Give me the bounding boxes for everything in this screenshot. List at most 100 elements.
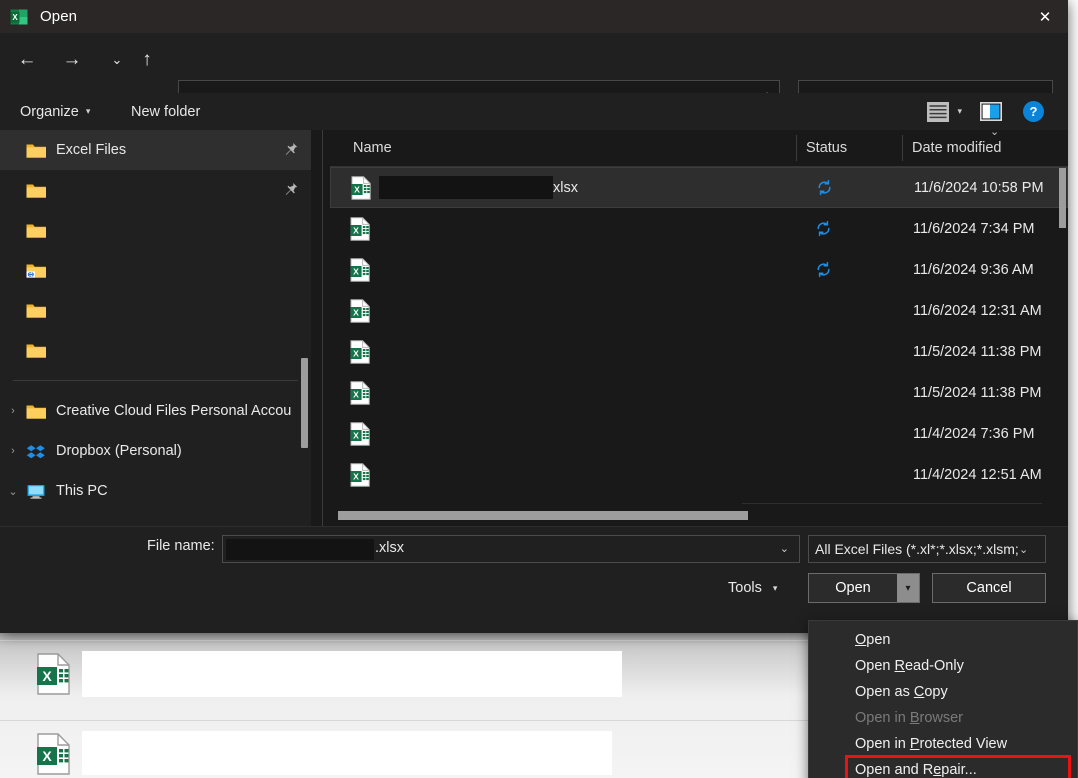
screen: X X X Open ✕ ← → ⌄ ↑ Organize ▾ New fold… <box>0 0 1078 778</box>
excel-file-icon: X <box>350 257 370 282</box>
new-folder-button[interactable]: New folder <box>131 93 200 130</box>
table-row[interactable]: X 11/6/2024 7:34 PM <box>330 208 1068 249</box>
tree-expander[interactable]: › <box>0 405 26 417</box>
excel-file-icon: X <box>36 653 70 695</box>
svg-text:X: X <box>353 225 359 235</box>
forward-icon[interactable]: → <box>55 43 89 77</box>
accelerator-key: B <box>909 710 920 726</box>
file-type-filter[interactable]: All Excel Files (*.xl*;*.xlsx;*.xlsm; ⌄ <box>808 535 1046 563</box>
pane-underline <box>742 503 1042 504</box>
svg-text:X: X <box>42 668 52 684</box>
svg-text:X: X <box>353 348 359 358</box>
sidebar-item-label: This PC <box>56 483 108 499</box>
open-button[interactable]: Open <box>809 574 897 602</box>
file-list-pane: Name Status Date modified ⌄ X xlsx 11/6/… <box>330 130 1068 526</box>
organize-button[interactable]: Organize ▾ <box>20 93 90 130</box>
sidebar-item-this-pc[interactable]: ⌄ This PC <box>0 471 311 511</box>
folder-icon <box>26 403 46 420</box>
chevron-down-icon[interactable]: ▾ <box>957 106 962 117</box>
horizontal-scrollbar-thumb[interactable] <box>338 511 748 520</box>
svg-text:X: X <box>353 430 359 440</box>
tree-expander[interactable]: › <box>0 445 26 457</box>
svg-text:X: X <box>353 307 359 317</box>
sidebar-item-excel-files[interactable]: Excel Files <box>0 130 311 170</box>
file-type-filter-value: All Excel Files (*.xl*;*.xlsx;*.xlsm; <box>815 541 1019 557</box>
menu-item-open[interactable]: Open <box>809 627 1077 653</box>
pane-splitter[interactable] <box>322 130 323 526</box>
redacted-filename-block <box>226 539 374 560</box>
pin-icon[interactable] <box>284 142 298 158</box>
dialog-body: Excel Files › Creative Cloud Files Perso… <box>0 130 1068 526</box>
table-row[interactable]: X 11/4/2024 7:36 PM <box>330 413 1068 454</box>
open-split-button[interactable]: Open ▾ <box>808 573 920 603</box>
date-modified-cell: 11/6/2024 9:36 AM <box>913 261 1034 278</box>
menu-item-label: Open in Protected View <box>855 736 1008 752</box>
chevron-down-icon[interactable]: ⌄ <box>1019 543 1028 556</box>
chevron-down-icon[interactable]: ⌄ <box>780 542 789 555</box>
excel-file-icon: X <box>350 462 370 487</box>
sidebar-item-folder-3[interactable] <box>0 210 311 250</box>
list-view-icon[interactable] <box>926 101 950 123</box>
accelerator-key: C <box>913 684 925 700</box>
preview-pane-icon[interactable] <box>980 102 1002 121</box>
redacted-filename-block <box>379 176 553 199</box>
this-pc-icon <box>26 483 46 500</box>
table-row[interactable]: X 11/5/2024 11:38 PM <box>330 372 1068 413</box>
help-icon[interactable]: ? <box>1023 101 1044 122</box>
organize-label: Organize <box>20 103 79 120</box>
menu-item-open-in-browser: Open in Browser <box>809 705 1077 731</box>
sync-status-icon <box>815 261 832 278</box>
column-header-name[interactable]: Name <box>353 130 392 166</box>
open-dropdown-arrow[interactable]: ▾ <box>897 574 919 602</box>
excel-file-icon: X <box>350 216 370 241</box>
column-header-status[interactable]: Status <box>806 130 847 166</box>
sidebar-item-label: Excel Files <box>56 142 127 158</box>
column-headers: Name Status Date modified ⌄ <box>330 130 1068 167</box>
recent-locations-icon[interactable]: ⌄ <box>100 43 134 77</box>
menu-item-label: Open as Copy <box>855 684 948 700</box>
table-row[interactable]: X 11/6/2024 12:31 AM <box>330 290 1068 331</box>
sidebar-item-folder-6[interactable] <box>0 330 311 370</box>
folder-icon <box>26 182 46 199</box>
menu-item-open-and-repair[interactable]: Open and Repair... <box>845 755 1071 778</box>
tree-expander[interactable]: ⌄ <box>0 485 26 498</box>
chevron-down-icon: ▾ <box>85 106 91 116</box>
date-modified-cell: 11/5/2024 11:38 PM <box>913 343 1042 360</box>
open-dropdown-menu: Open Open Read-Only Open as Copy Open in Br… <box>808 620 1078 778</box>
svg-text:X: X <box>353 389 359 399</box>
date-modified-cell: 11/6/2024 7:34 PM <box>913 220 1035 237</box>
up-icon[interactable]: ↑ <box>130 43 164 77</box>
file-list-scrollbar[interactable] <box>1059 168 1066 228</box>
table-row[interactable]: X xlsx 11/6/2024 10:58 PM <box>330 167 1068 208</box>
menu-item-label: Open in Browser <box>855 710 964 726</box>
dropbox-icon <box>26 443 46 460</box>
folder-icon <box>26 342 46 359</box>
file-name-input[interactable]: .xlsx ⌄ <box>222 535 800 563</box>
date-modified-cell: 11/6/2024 12:31 AM <box>913 302 1042 319</box>
sidebar-item-folder-2[interactable] <box>0 170 311 210</box>
column-header-date-modified[interactable]: Date modified <box>912 130 1001 166</box>
folder-link-icon <box>26 262 46 279</box>
back-icon[interactable]: ← <box>10 43 44 77</box>
table-row[interactable]: X 11/5/2024 11:38 PM <box>330 331 1068 372</box>
table-row[interactable]: X 11/6/2024 9:36 AM <box>330 249 1068 290</box>
sidebar-item-folder-4[interactable] <box>0 250 311 290</box>
tools-button[interactable]: Tools ▾ <box>728 573 777 603</box>
menu-item-label: Open <box>855 632 891 648</box>
menu-item-open-read-only[interactable]: Open Read-Only <box>809 653 1077 679</box>
pin-icon[interactable] <box>284 182 298 198</box>
sidebar-item-creative-cloud[interactable]: › Creative Cloud Files Personal Accou <box>0 391 311 431</box>
close-icon[interactable]: ✕ <box>1022 0 1068 33</box>
sidebar-item-folder-5[interactable] <box>0 290 311 330</box>
cancel-button[interactable]: Cancel <box>932 573 1046 603</box>
excel-file-icon: X <box>350 380 370 405</box>
table-row[interactable]: X 11/4/2024 12:51 AM <box>330 454 1068 495</box>
column-divider[interactable] <box>902 135 903 161</box>
accelerator-key: R <box>894 658 905 674</box>
accelerator-key: e <box>933 762 942 778</box>
sidebar-scrollbar[interactable] <box>301 358 308 448</box>
sidebar-item-dropbox[interactable]: › Dropbox (Personal) <box>0 431 311 471</box>
menu-item-open-as-copy[interactable]: Open as Copy <box>809 679 1077 705</box>
column-divider[interactable] <box>796 135 797 161</box>
menu-item-open-in-protected-view[interactable]: Open in Protected View <box>809 731 1077 757</box>
